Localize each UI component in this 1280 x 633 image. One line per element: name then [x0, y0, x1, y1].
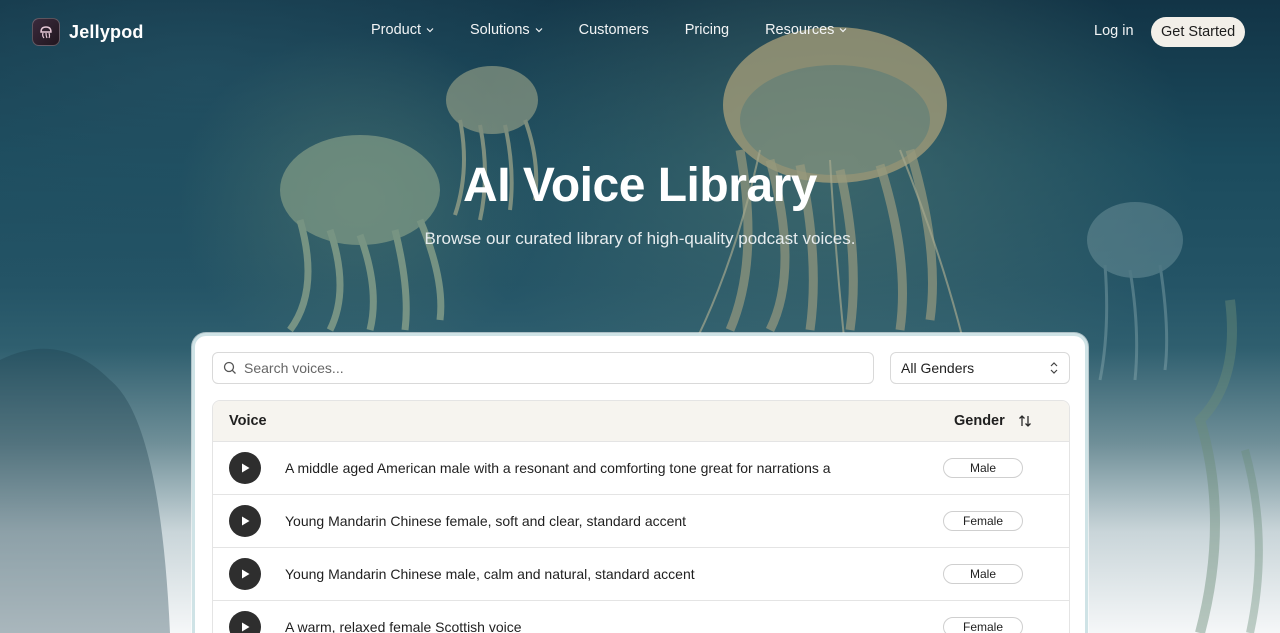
voice-description: A warm, relaxed female Scottish voice	[285, 619, 522, 633]
play-icon	[242, 622, 250, 632]
brand-name: Jellypod	[69, 21, 144, 42]
nav-solutions-label: Solutions	[469, 22, 530, 38]
chevron-down-icon	[535, 28, 543, 33]
get-started-button[interactable]: Get Started	[1151, 17, 1246, 47]
table-row[interactable]: A warm, relaxed female Scottish voice Fe…	[213, 601, 1069, 633]
page-subtitle: Browse our curated library of high-quali…	[424, 229, 856, 248]
search-box	[212, 352, 874, 384]
chevron-down-icon	[426, 28, 434, 33]
nav-solutions[interactable]: Solutions	[470, 22, 543, 38]
play-icon	[242, 569, 250, 579]
column-header-voice: Voice	[229, 413, 267, 429]
table-row[interactable]: Young Mandarin Chinese female, soft and …	[213, 495, 1069, 548]
voice-description: Young Mandarin Chinese male, calm and na…	[285, 566, 695, 582]
voice-description: A middle aged American male with a reson…	[285, 460, 831, 476]
select-updown-icon	[1050, 362, 1058, 374]
search-input[interactable]	[244, 360, 844, 376]
search-icon	[223, 361, 236, 374]
gender-badge: Male	[943, 564, 1023, 584]
table-row[interactable]: A middle aged American male with a reson…	[213, 442, 1069, 495]
gender-badge: Female	[943, 617, 1023, 633]
jellyfish-logo-icon	[32, 18, 60, 46]
nav-customers[interactable]: Customers	[579, 22, 649, 38]
nav-resources-label: Resources	[765, 22, 835, 38]
voice-description: Young Mandarin Chinese female, soft and …	[285, 513, 687, 529]
nav-product[interactable]: Product	[371, 22, 434, 38]
table-row[interactable]: Young Mandarin Chinese male, calm and na…	[213, 548, 1069, 601]
nav-customers-label: Customers	[578, 22, 649, 38]
play-icon	[242, 516, 250, 526]
voice-library-card: All Genders Voice Gender A middle aged A…	[192, 333, 1088, 633]
nav-pricing-label: Pricing	[684, 22, 730, 38]
login-link[interactable]: Log in	[1094, 23, 1134, 39]
play-button[interactable]	[229, 505, 261, 537]
nav-links: Product Solutions Customers Pricing Reso…	[371, 22, 883, 38]
sort-arrows-icon[interactable]	[1018, 414, 1032, 428]
gender-badge: Male	[943, 458, 1023, 478]
page-title: AI Voice Library	[463, 159, 817, 212]
nav-product-label: Product	[371, 22, 421, 38]
gender-filter-select[interactable]: All Genders	[890, 352, 1070, 384]
top-nav: Jellypod Product Solutions Customers Pri…	[0, 0, 1280, 64]
nav-pricing[interactable]: Pricing	[685, 22, 729, 38]
gender-filter-value: All Genders	[901, 360, 975, 376]
gender-badge: Female	[943, 511, 1023, 531]
play-button[interactable]	[229, 558, 261, 590]
brand[interactable]: Jellypod	[32, 18, 144, 46]
chevron-down-icon	[839, 28, 847, 33]
play-button[interactable]	[229, 611, 261, 633]
column-header-gender[interactable]: Gender	[954, 413, 1005, 429]
table-header: Voice Gender	[213, 401, 1069, 442]
play-button[interactable]	[229, 452, 261, 484]
voice-table: Voice Gender A middle aged American male…	[212, 400, 1070, 633]
play-icon	[242, 463, 250, 473]
nav-resources[interactable]: Resources	[765, 22, 847, 38]
